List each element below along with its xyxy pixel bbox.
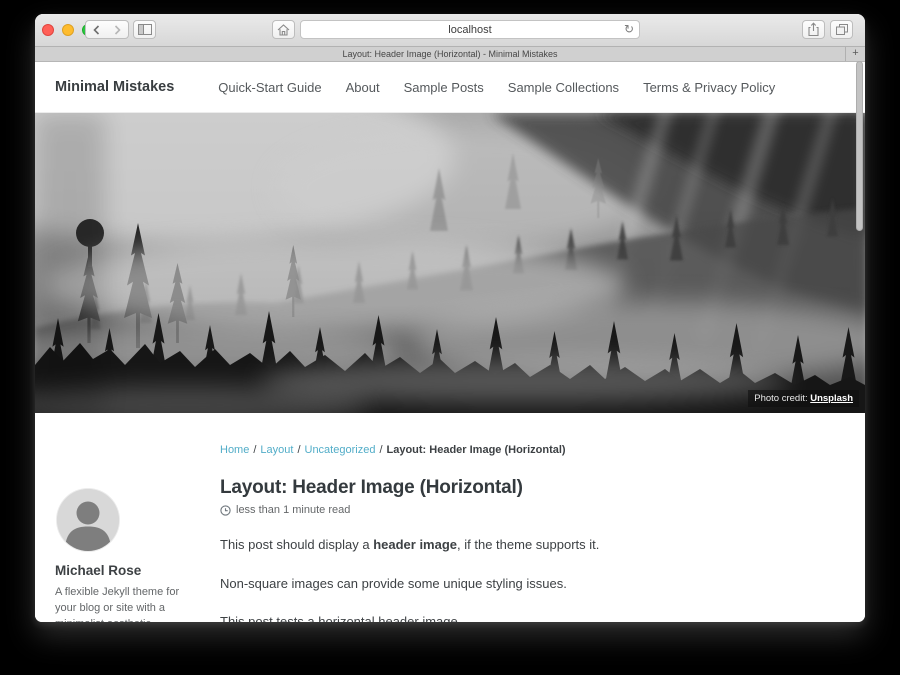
tab-bar: Layout: Header Image (Horizontal) - Mini… [35, 47, 865, 62]
site-brand-link[interactable]: Minimal Mistakes [55, 79, 174, 95]
content-area: Michael Rose A flexible Jekyll theme for… [35, 413, 865, 622]
photo-credit-caption: Photo credit: Unsplash [748, 390, 859, 407]
breadcrumb-link-uncategorized[interactable]: Uncategorized [305, 444, 376, 456]
home-button[interactable] [272, 20, 295, 39]
author-name: Michael Rose [55, 563, 205, 578]
tabs-icon [835, 23, 849, 36]
breadcrumb: Home/Layout/Uncategorized/Layout: Header… [220, 444, 845, 456]
minimize-window-button[interactable] [62, 24, 74, 36]
show-tabs-button[interactable] [830, 20, 853, 39]
unsplash-link[interactable]: Unsplash [810, 393, 853, 404]
chevron-right-icon [114, 25, 121, 35]
breadcrumb-separator: / [379, 444, 382, 456]
nav-link-sample-posts[interactable]: Sample Posts [404, 80, 484, 95]
caption-text: Photo credit: [754, 393, 810, 404]
avatar [57, 489, 119, 551]
header-image: Photo credit: Unsplash [35, 113, 865, 413]
url-text: localhost [448, 24, 491, 36]
history-nav-group [85, 20, 129, 39]
page-title: Layout: Header Image (Horizontal) [220, 477, 845, 499]
paragraph-1-text-end: , if the theme supports it. [457, 537, 599, 552]
active-tab[interactable]: Layout: Header Image (Horizontal) - Mini… [342, 49, 557, 59]
home-icon [277, 24, 290, 36]
share-icon [807, 22, 820, 37]
clock-icon [220, 505, 231, 516]
paragraph-3: This post tests a horizontal header imag… [220, 612, 845, 622]
sidebar-icon [138, 24, 152, 35]
author-bio: A flexible Jekyll theme for your blog or… [55, 585, 185, 622]
nav-link-quick-start-guide[interactable]: Quick-Start Guide [218, 80, 321, 95]
article-main: Home/Layout/Uncategorized/Layout: Header… [205, 444, 845, 622]
paragraph-1: This post should display a header image,… [220, 535, 845, 555]
chevron-left-icon [93, 25, 100, 35]
nav-link-about[interactable]: About [346, 80, 380, 95]
read-time: less than 1 minute read [236, 504, 350, 516]
foggy-forest-illustration [35, 113, 865, 413]
browser-toolbar: localhost ↻ [35, 14, 865, 47]
person-silhouette-icon [57, 489, 119, 551]
nav-link-terms-privacy[interactable]: Terms & Privacy Policy [643, 80, 775, 95]
breadcrumb-link-home[interactable]: Home [220, 444, 249, 456]
reload-icon[interactable]: ↻ [624, 22, 634, 36]
site-masthead: Minimal Mistakes Quick-Start Guide About… [35, 62, 865, 113]
back-button[interactable] [86, 21, 107, 38]
share-button[interactable] [802, 20, 825, 39]
address-bar[interactable]: localhost ↻ [300, 20, 640, 39]
sidebar-toggle-button[interactable] [133, 20, 156, 39]
paragraph-1-bold: header image [373, 537, 457, 552]
post-meta: less than 1 minute read [220, 504, 845, 516]
browser-window: localhost ↻ Layout: Header Image (Horizo… [35, 14, 865, 622]
breadcrumb-separator: / [297, 444, 300, 456]
post-body: This post should display a header image,… [220, 535, 845, 622]
site-nav: Quick-Start Guide About Sample Posts Sam… [218, 80, 775, 95]
vertical-scrollbar[interactable] [856, 61, 863, 231]
forward-button[interactable] [107, 21, 128, 38]
breadcrumb-separator: / [253, 444, 256, 456]
breadcrumb-current: Layout: Header Image (Horizontal) [387, 444, 566, 456]
paragraph-1-text: This post should display a [220, 537, 373, 552]
page-viewport: Minimal Mistakes Quick-Start Guide About… [35, 62, 865, 622]
nav-link-sample-collections[interactable]: Sample Collections [508, 80, 619, 95]
author-sidebar: Michael Rose A flexible Jekyll theme for… [55, 489, 205, 622]
paragraph-2: Non-square images can provide some uniqu… [220, 574, 845, 594]
close-window-button[interactable] [42, 24, 54, 36]
breadcrumb-link-layout[interactable]: Layout [260, 444, 293, 456]
new-tab-button[interactable]: + [845, 47, 865, 61]
